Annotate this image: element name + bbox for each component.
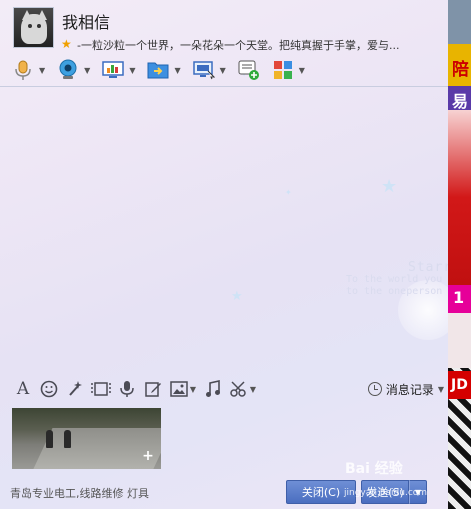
emoji-button[interactable] [38, 379, 60, 399]
emoji-icon [40, 380, 58, 398]
sparkle-decoration: ✦ [285, 188, 292, 197]
create-discussion-button[interactable] [238, 59, 260, 81]
chevron-down-icon[interactable]: ▼ [190, 385, 196, 394]
edit-button[interactable] [142, 379, 164, 399]
contact-signature: -一粒沙粒一个世界，一朵花朵一个天堂。把纯真握于手掌，爱与... [77, 39, 400, 52]
chat-header: 我相信 ★ -一粒沙粒一个世界，一朵花朵一个天堂。把纯真握于手掌，爱与... [0, 0, 448, 56]
microphone-icon [120, 381, 134, 397]
font-icon: A [16, 379, 30, 399]
deco-line: Starr [408, 260, 448, 275]
chat-window: ✦ ★ ★ ✦ Starr To the world you to the on… [0, 0, 448, 509]
ad-image [448, 110, 471, 285]
microphone-icon [12, 59, 34, 81]
ad-panel: 1 [448, 285, 471, 313]
music-note-icon [206, 380, 220, 397]
font-button[interactable]: A [12, 379, 34, 399]
chat-toolbar: ▼ ▼ ▼ ▼ ▼ ▼ [12, 58, 317, 82]
deco-line: To the world you [346, 274, 443, 285]
chevron-down-icon[interactable]: ▼ [174, 66, 180, 75]
file-transfer-icon [147, 59, 169, 81]
remote-assist-button[interactable]: ▼ [192, 59, 226, 81]
watermark: Bai 经验 [345, 461, 403, 477]
video-thumbnail[interactable]: + [12, 408, 161, 469]
voice-call-button[interactable]: ▼ [12, 59, 45, 81]
apps-button[interactable]: ▼ [272, 59, 305, 81]
watermark-url: jingyan.baidu.com [344, 488, 428, 498]
ad-link[interactable]: 青岛专业电工,线路维修 灯具 [10, 485, 149, 501]
message-add-icon [238, 59, 260, 81]
scissors-icon [230, 381, 246, 397]
message-history-label: 消息记录 [385, 382, 434, 397]
chevron-down-icon[interactable]: ▼ [39, 66, 45, 75]
contact-avatar[interactable] [13, 7, 54, 48]
ad-text: 易 [452, 92, 469, 111]
chevron-down-icon[interactable]: ▼ [250, 385, 256, 394]
chevron-down-icon[interactable]: ▼ [299, 66, 305, 75]
ad-image: JD [448, 368, 471, 509]
magic-wand-icon [69, 381, 82, 396]
deco-line: to the oneperson [346, 286, 443, 297]
clock-icon [367, 382, 382, 396]
screen-capture-button[interactable]: ▼ [228, 379, 258, 399]
ad-text: 1 [453, 288, 465, 307]
divider [0, 86, 448, 87]
chevron-down-icon[interactable]: ▼ [220, 66, 226, 75]
video-clip-icon [91, 382, 111, 396]
ad-text: JD [448, 371, 471, 399]
apps-grid-icon [272, 59, 294, 81]
input-toolbar: A ▼ ▼ 消息记录 ▼ [12, 378, 446, 400]
screen-share-icon [102, 59, 125, 81]
screenshot-button[interactable] [90, 379, 112, 399]
side-advertisement[interactable]: 陪 易 1 JD [448, 0, 471, 509]
ad-panel [448, 0, 471, 44]
contact-name[interactable]: 我相信 [62, 9, 110, 33]
ad-panel: 易 [448, 86, 471, 111]
chevron-down-icon: ▼ [437, 384, 444, 394]
video-call-button[interactable]: ▼ [57, 59, 90, 81]
chevron-down-icon[interactable]: ▼ [129, 66, 135, 75]
ad-image [448, 313, 471, 368]
background-decoration-text: Starr To the world you to the oneperson [346, 260, 448, 298]
remote-assist-icon [192, 59, 215, 81]
music-button[interactable] [202, 379, 224, 399]
ad-text: 陪 [452, 60, 469, 80]
send-file-button[interactable]: ▼ [147, 59, 181, 81]
share-screen-button[interactable]: ▼ [102, 59, 135, 81]
webcam-icon [57, 59, 79, 81]
chevron-down-icon[interactable]: ▼ [84, 66, 90, 75]
magic-button[interactable] [64, 379, 86, 399]
edit-icon [145, 382, 161, 397]
star-icon: ★ [61, 37, 72, 51]
sparkle-decoration: ★ [231, 289, 243, 304]
message-history-button[interactable]: 消息记录 ▼ [367, 378, 444, 400]
image-icon [170, 381, 188, 397]
plus-icon[interactable]: + [141, 449, 155, 463]
sparkle-decoration: ★ [381, 176, 398, 197]
send-image-button[interactable]: ▼ [168, 379, 198, 399]
ad-panel: 陪 [448, 44, 471, 86]
voice-message-button[interactable] [116, 379, 138, 399]
